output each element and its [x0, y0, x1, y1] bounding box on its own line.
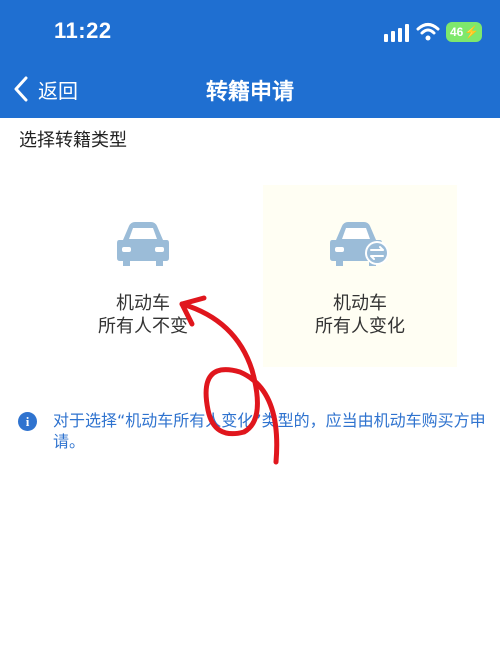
battery-icon: 46 ⚡ — [446, 22, 482, 42]
battery-level: 46 — [450, 25, 464, 39]
wifi-icon — [416, 23, 440, 41]
signal-icon — [384, 24, 409, 42]
status-time: 11:22 — [54, 18, 112, 43]
option-label-line2: 所有人不变 — [98, 316, 188, 337]
charging-bolt-icon: ⚡ — [464, 25, 479, 39]
app-header: 11:22 46 ⚡ 返回 转籍申请 — [0, 0, 500, 118]
section-label: 选择转籍类型 — [19, 130, 127, 151]
car-transfer-icon — [330, 222, 389, 266]
option-label-line2: 所有人变化 — [315, 316, 405, 337]
option-label-line1: 机动车 — [116, 293, 170, 314]
car-icon — [117, 222, 169, 266]
info-text: 对于选择“机动车所有人变化”类型的，应当由机动车购买方申请。 — [53, 411, 486, 451]
page-title: 转籍申请 — [205, 80, 294, 105]
option-owner-unchanged[interactable]: 机动车 所有人不变 — [68, 185, 262, 367]
option-owner-changed[interactable]: 机动车 所有人变化 — [263, 185, 457, 367]
option-label-line1: 机动车 — [333, 293, 387, 314]
info-icon: i — [18, 412, 37, 431]
